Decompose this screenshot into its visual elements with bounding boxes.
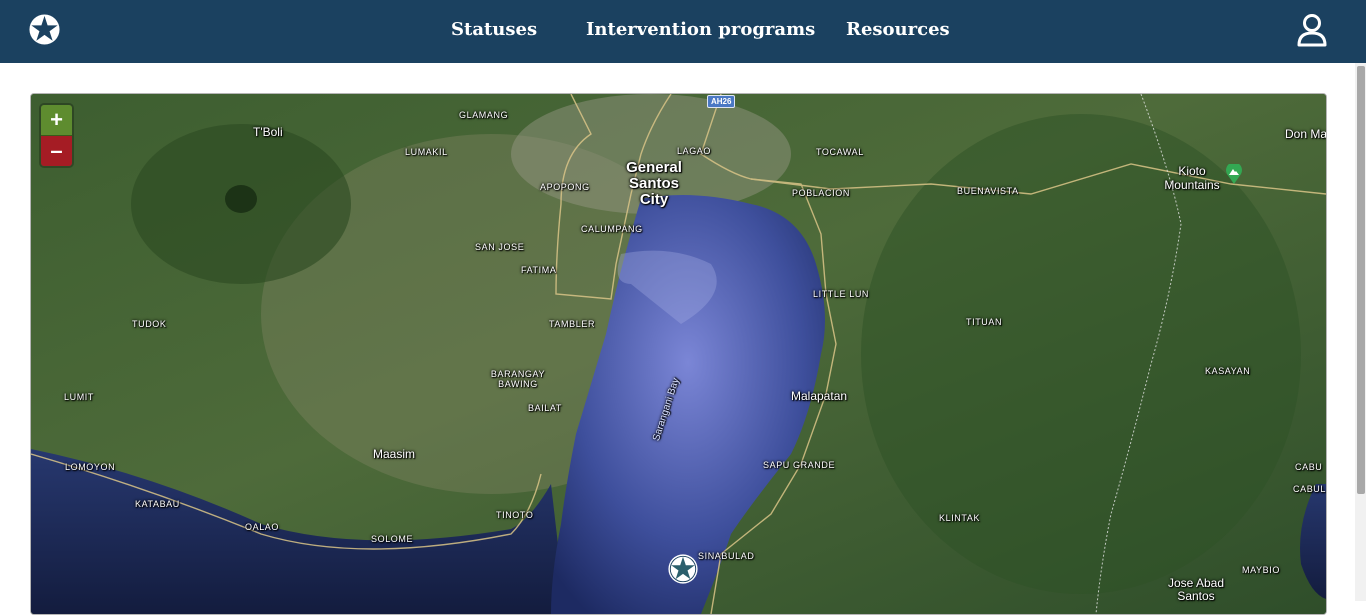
place-label: CABU (1295, 462, 1323, 472)
top-navigation-bar: Statuses Intervention programs Resources (0, 0, 1366, 63)
place-label: Kioto Mountains (1164, 164, 1220, 192)
place-label: SAPU GRANDE (763, 460, 836, 470)
page-scrollbar-thumb[interactable] (1357, 66, 1365, 494)
place-label: Maasim (373, 447, 416, 461)
mountain-peak-icon (1226, 164, 1242, 184)
zoom-control: + – (41, 105, 72, 166)
main-nav: Statuses Intervention programs Resources (0, 0, 1366, 63)
user-profile-icon[interactable] (1296, 13, 1328, 47)
place-label: LAGAO (677, 146, 712, 156)
zoom-out-button[interactable]: – (41, 136, 72, 166)
satellite-map[interactable]: + – AH26 Sarangani Bay GLAMANG T'Boli LU… (30, 93, 1327, 615)
place-label: Malapatan (791, 389, 848, 403)
place-label: CALUMPANG (581, 224, 643, 234)
star-map-marker-icon[interactable] (667, 553, 699, 585)
place-label: OALAO (245, 522, 280, 532)
place-label: LITTLE LUN (813, 289, 870, 299)
place-label: Don Ma (1285, 127, 1327, 141)
place-label: BARANGAY BAWING (490, 369, 546, 389)
place-label: TUDOK (132, 319, 167, 329)
place-label: SAN JOSE (475, 242, 525, 252)
place-label: POBLACION (792, 188, 850, 198)
place-label: TAMBLER (549, 319, 596, 329)
nav-resources[interactable]: Resources (846, 19, 950, 40)
place-label: LOMOYON (65, 462, 116, 472)
place-label: Jose Abad Santos (1167, 576, 1225, 603)
nav-statuses[interactable]: Statuses (451, 19, 537, 40)
place-label: APOPONG (540, 182, 590, 192)
place-label: FATIMA (521, 265, 557, 275)
place-label: CABUL (1293, 484, 1327, 494)
place-label: BUENAVISTA (957, 186, 1019, 196)
place-label: SOLOME (371, 534, 414, 544)
place-label: TOCAWAL (816, 147, 864, 157)
zoom-in-button[interactable]: + (41, 105, 72, 136)
city-label: General Santos City (626, 159, 682, 208)
place-label: TINOTO (496, 510, 534, 520)
place-label: TITUAN (966, 317, 1003, 327)
place-label: MAYBIO (1242, 565, 1280, 575)
place-label: KASAYAN (1205, 366, 1251, 376)
place-label: GLAMANG (459, 110, 509, 120)
nav-intervention-programs[interactable]: Intervention programs (586, 19, 815, 40)
place-label: BAILAT (528, 403, 562, 413)
place-label: T'Boli (253, 125, 283, 139)
place-label: LUMAKIL (405, 147, 448, 157)
place-label: SINABULAD (698, 551, 755, 561)
place-label: KLINTAK (939, 513, 981, 523)
place-label: LUMIT (64, 392, 94, 402)
road-shield: AH26 (707, 95, 736, 108)
place-label: KATABAU (135, 499, 180, 509)
